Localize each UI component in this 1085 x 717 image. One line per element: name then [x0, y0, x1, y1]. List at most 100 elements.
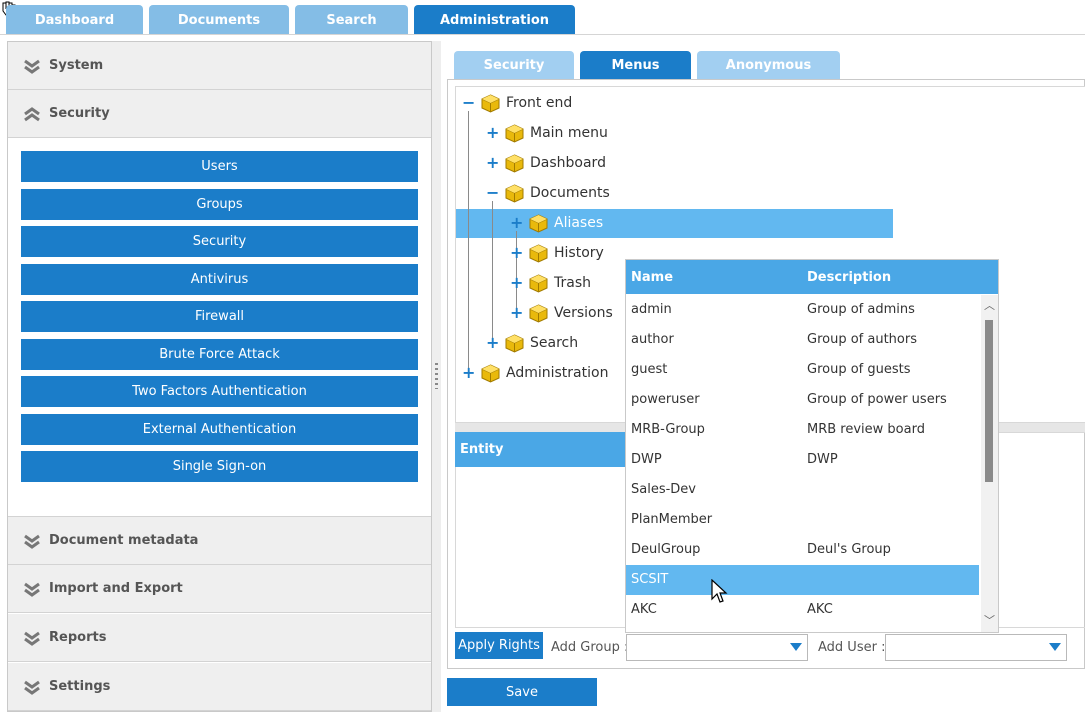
tab-bar-divider — [0, 34, 1085, 35]
brute-force-attack-button[interactable]: Brute Force Attack — [21, 339, 418, 370]
expand-toggle[interactable]: + — [486, 125, 499, 141]
expand-toggle[interactable]: + — [486, 155, 499, 171]
tree-node-history[interactable]: History — [529, 242, 604, 264]
sidebar-section-security[interactable]: Security — [8, 90, 431, 138]
collapse-toggle[interactable]: − — [462, 95, 475, 111]
group-name: Sales-Dev — [631, 482, 696, 497]
grid-row-selected[interactable]: SCSIT — [626, 565, 979, 595]
chevron-down-icon — [24, 582, 40, 597]
two-factors-authentication-button[interactable]: Two Factors Authentication — [21, 376, 418, 407]
tree-node-label: Search — [530, 335, 579, 351]
tree-node-administration[interactable]: Administration — [481, 362, 608, 384]
sidebar-section-reports[interactable]: Reports — [8, 614, 431, 662]
scrollbar-thumb[interactable] — [985, 320, 993, 482]
panel-splitter[interactable] — [432, 41, 441, 712]
tree-connector — [468, 111, 469, 374]
apply-rights-button[interactable]: Apply Rights — [455, 632, 543, 659]
users-button[interactable]: Users — [21, 151, 418, 182]
sidebar-section-document-metadata[interactable]: Document metadata — [8, 517, 431, 565]
tree-node-dashboard[interactable]: Dashboard — [505, 152, 606, 174]
tree-node-aliases[interactable]: Aliases — [529, 212, 603, 234]
expand-toggle[interactable]: + — [486, 335, 499, 351]
cube-icon — [505, 123, 524, 143]
collapse-toggle[interactable]: − — [486, 185, 499, 201]
expand-toggle[interactable]: + — [510, 245, 523, 261]
chevron-up-icon[interactable]: ︿ — [981, 298, 998, 314]
firewall-button[interactable]: Firewall — [21, 301, 418, 332]
sidebar-section-import-export[interactable]: Import and Export — [8, 565, 431, 613]
cube-icon — [481, 363, 500, 383]
sidebar-section-system[interactable]: System — [8, 42, 431, 90]
tree-node-front-end[interactable]: Front end — [481, 92, 572, 114]
grid-row[interactable]: MRB-Group MRB review board — [626, 415, 979, 445]
cube-icon — [505, 153, 524, 173]
cube-icon — [481, 93, 500, 113]
cube-icon — [529, 213, 548, 233]
tree-node-label: Main menu — [530, 125, 608, 141]
entity-column-header: Entity — [455, 432, 627, 467]
add-group-select[interactable] — [626, 634, 808, 661]
grid-row[interactable]: AKC AKC — [626, 595, 979, 625]
group-name: DWP — [631, 452, 662, 467]
tab-administration[interactable]: Administration — [414, 5, 575, 35]
grid-row[interactable]: admin Group of admins — [626, 295, 979, 325]
tab-anonymous[interactable]: Anonymous — [697, 51, 840, 80]
grid-header: Name Description — [626, 260, 998, 294]
groups-button[interactable]: Groups — [21, 189, 418, 220]
external-authentication-button[interactable]: External Authentication — [21, 414, 418, 445]
group-description: Group of guests — [807, 362, 911, 377]
column-header-name: Name — [631, 270, 674, 285]
group-name: poweruser — [631, 392, 700, 407]
tab-menus[interactable]: Menus — [580, 51, 691, 80]
group-description: MRB review board — [807, 422, 925, 437]
grid-row[interactable]: guest Group of guests — [626, 355, 979, 385]
sidebar-section-settings[interactable]: Settings — [8, 663, 431, 711]
group-name: SCSIT — [631, 572, 669, 587]
grid-row[interactable]: poweruser Group of power users — [626, 385, 979, 415]
grid-row[interactable]: DeulGroup Deul's Group — [626, 535, 979, 565]
expand-toggle[interactable]: + — [462, 365, 475, 381]
group-description: Group of power users — [807, 392, 947, 407]
tab-dashboard[interactable]: Dashboard — [6, 5, 143, 35]
tree-node-main-menu[interactable]: Main menu — [505, 122, 608, 144]
chevron-up-icon — [24, 106, 40, 121]
tree-node-label: Front end — [506, 95, 573, 111]
group-description: Group of authors — [807, 332, 917, 347]
expand-toggle[interactable]: + — [510, 275, 523, 291]
chevron-down-icon[interactable]: ﹀ — [981, 613, 998, 629]
sidebar-section-label: Reports — [49, 630, 107, 645]
sidebar-section-label: Document metadata — [49, 533, 199, 548]
tree-node-label: Documents — [530, 185, 610, 201]
tree-node-label: History — [554, 245, 604, 261]
tree-node-versions[interactable]: Versions — [529, 302, 613, 324]
add-user-select[interactable] — [885, 634, 1067, 661]
add-user-label: Add User : — [818, 640, 886, 655]
save-button[interactable]: Save — [447, 678, 597, 706]
expand-toggle[interactable]: + — [510, 305, 523, 321]
group-description: DWP — [807, 452, 838, 467]
antivirus-button[interactable]: Antivirus — [21, 264, 418, 295]
grid-row[interactable]: DWP DWP — [626, 445, 979, 475]
tab-search[interactable]: Search — [295, 5, 408, 35]
grid-scrollbar[interactable]: ︿ ﹀ — [981, 295, 998, 632]
cube-icon — [529, 243, 548, 263]
dropdown-arrow-icon — [790, 643, 802, 651]
security-button[interactable]: Security — [21, 226, 418, 257]
sidebar-section-label: Security — [49, 106, 110, 121]
sidebar-section-label: Import and Export — [49, 581, 183, 596]
grid-row[interactable]: Sales-Dev — [626, 475, 979, 505]
tree-node-label: Administration — [506, 365, 609, 381]
tree-node-trash[interactable]: Trash — [529, 272, 591, 294]
single-sign-on-button[interactable]: Single Sign-on — [21, 451, 418, 482]
grid-row[interactable]: PlanMember — [626, 505, 979, 535]
tree-node-search[interactable]: Search — [505, 332, 578, 354]
expand-toggle[interactable]: + — [510, 215, 523, 231]
chevron-down-icon — [24, 631, 40, 646]
tab-security[interactable]: Security — [454, 51, 574, 80]
mouse-pointer-icon — [711, 579, 728, 603]
group-name: admin — [631, 302, 672, 317]
tab-documents[interactable]: Documents — [149, 5, 289, 35]
tree-node-documents[interactable]: Documents — [505, 182, 610, 204]
grid-row[interactable]: author Group of authors — [626, 325, 979, 355]
sidebar-section-label: System — [49, 58, 104, 73]
